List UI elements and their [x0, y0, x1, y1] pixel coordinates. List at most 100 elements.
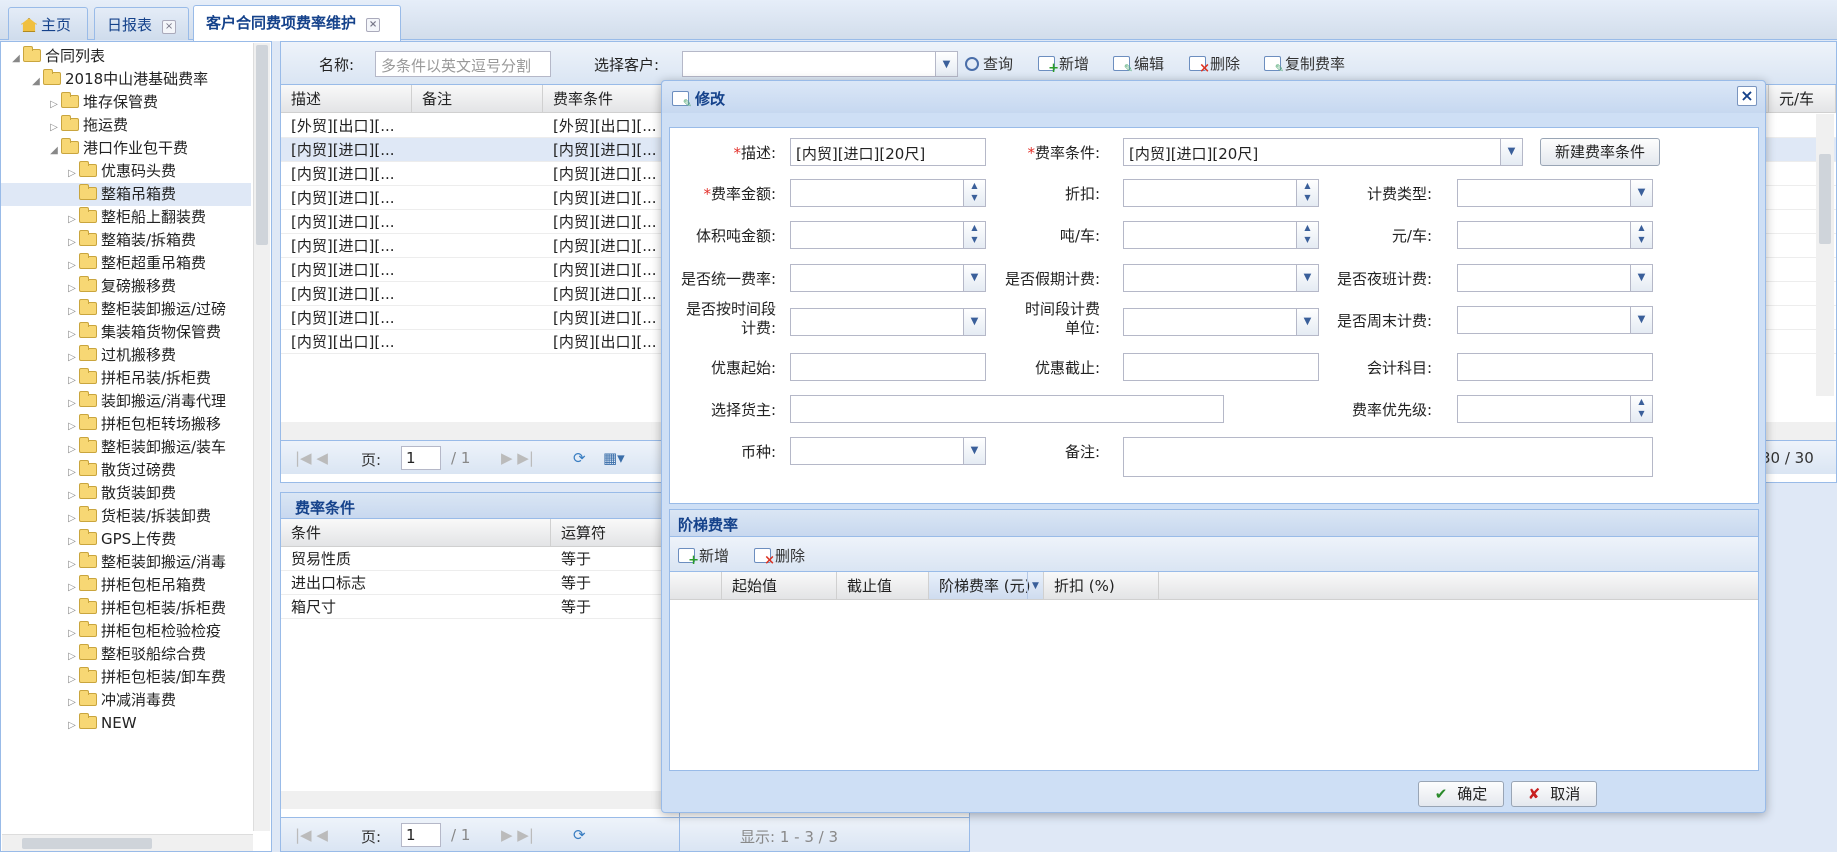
grid-vertical-scrollbar[interactable] — [1816, 114, 1834, 396]
cond-page-input[interactable]: 1 — [401, 823, 441, 847]
spinner-icon[interactable]: ▲ ▼ — [1630, 222, 1652, 248]
weekend-billing-select[interactable]: ▼ — [1457, 306, 1653, 334]
promo-start-input[interactable] — [790, 353, 986, 381]
ok-button[interactable]: ✔ 确定 — [1418, 781, 1504, 807]
tree-item[interactable]: ▷ 拼柜包柜转场搬移 — [1, 413, 251, 436]
expand-arrow-icon[interactable]: ▷ — [65, 277, 79, 298]
page-input[interactable]: 1 — [401, 446, 441, 470]
expand-arrow-icon[interactable]: ▷ — [47, 116, 61, 137]
tree-item[interactable]: ▷ 整柜装卸搬运/消毒 — [1, 551, 251, 574]
col-condition-name[interactable]: 条件 — [281, 519, 551, 547]
billing-type-select[interactable]: ▼ — [1457, 179, 1653, 207]
tab-home[interactable]: 主页 — [8, 7, 88, 40]
tree-item[interactable]: ▷ 货柜装/拆装卸费 — [1, 505, 251, 528]
expand-arrow-icon[interactable]: ▷ — [65, 530, 79, 551]
ton-per-car-input[interactable]: ▲ ▼ — [1123, 221, 1319, 249]
spinner-icon[interactable]: ▲ ▼ — [1296, 222, 1318, 248]
tier-col-start[interactable]: 起始值 — [722, 572, 837, 600]
expand-arrow-icon[interactable]: ▷ — [65, 507, 79, 528]
tree-item[interactable]: ▷ 拼柜吊装/拆柜费 — [1, 367, 251, 390]
tree-item[interactable]: ▷ 整柜装卸搬运/过磅 — [1, 298, 251, 321]
tree-item[interactable]: ▷ 堆存保管费 — [1, 91, 251, 114]
close-icon[interactable]: × — [162, 20, 177, 34]
tree-horizontal-scrollbar[interactable] — [2, 834, 253, 851]
desc-input[interactable]: [内贸][进口][20尺] — [790, 138, 986, 166]
expand-arrow-icon[interactable]: ▷ — [65, 208, 79, 229]
spinner-icon[interactable]: ▲ ▼ — [1630, 396, 1652, 422]
expand-arrow-icon[interactable]: ▷ — [65, 599, 79, 620]
rate-condition-select[interactable]: [内贸][进口][20尺] ▼ — [1123, 138, 1523, 166]
volume-amount-input[interactable]: ▲ ▼ — [790, 221, 986, 249]
expand-arrow-icon[interactable]: ▷ — [65, 346, 79, 367]
spinner-icon[interactable]: ▲ ▼ — [963, 180, 985, 206]
delete-button[interactable]: 删除 — [1189, 53, 1240, 76]
night-billing-select[interactable]: ▼ — [1457, 264, 1653, 292]
cancel-button[interactable]: ✘ 取消 — [1511, 781, 1597, 807]
customer-select[interactable]: ▼ — [682, 51, 958, 77]
add-button[interactable]: 新增 — [1038, 53, 1089, 76]
tree-item[interactable]: 整箱吊箱费 — [1, 183, 251, 206]
refresh-icon[interactable]: ⟳ — [573, 826, 586, 844]
tree-item[interactable]: ▷ 整柜驳船综合费 — [1, 643, 251, 666]
table-row[interactable]: 进出口标志 等于 — [281, 571, 681, 595]
edit-button[interactable]: 编辑 — [1113, 53, 1164, 75]
tree-item[interactable]: ▷ 拼柜包柜装/拆柜费 — [1, 597, 251, 620]
query-button[interactable]: 查询 — [965, 53, 1013, 74]
tree-item[interactable]: ▷ NEW — [1, 712, 251, 735]
expand-arrow-icon[interactable]: ▷ — [65, 461, 79, 482]
expand-arrow-icon[interactable]: ▷ — [65, 668, 79, 689]
new-rate-condition-button[interactable]: 新建费率条件 — [1540, 138, 1660, 166]
tree-item[interactable]: ▷ 散货装卸费 — [1, 482, 251, 505]
chevron-down-icon[interactable]: ▼ — [1027, 572, 1043, 599]
tier-add-button[interactable]: 新增 — [678, 545, 729, 568]
tier-col-rate[interactable]: 阶梯费率 (元) ▼ — [929, 572, 1044, 600]
expand-arrow-icon[interactable]: ▷ — [65, 369, 79, 390]
tree-item[interactable]: ▷ 拼柜包柜装/卸车费 — [1, 666, 251, 689]
expand-arrow-icon[interactable]: ▷ — [65, 323, 79, 344]
tree-item[interactable]: ◢ 港口作业包干费 — [1, 137, 251, 160]
copy-rate-button[interactable]: 复制费率 — [1264, 53, 1345, 75]
col-desc[interactable]: 描述 — [281, 85, 412, 113]
tree-item[interactable]: ▷ 集装箱货物保管费 — [1, 321, 251, 344]
account-subject-input[interactable] — [1457, 353, 1653, 381]
time-period-billing-select[interactable]: ▼ — [790, 308, 986, 336]
expand-arrow-icon[interactable]: ◢ — [47, 139, 61, 160]
tree-item[interactable]: ▷ 过机搬移费 — [1, 344, 251, 367]
expand-arrow-icon[interactable]: ▷ — [65, 576, 79, 597]
tree-item[interactable]: ▷ 优惠码头费 — [1, 160, 251, 183]
tree-item[interactable]: ▷ 装卸搬运/消毒代理 — [1, 390, 251, 413]
col-remark[interactable]: 备注 — [412, 85, 543, 113]
expand-arrow-icon[interactable]: ▷ — [47, 93, 61, 114]
currency-select[interactable]: ▼ — [790, 437, 986, 465]
close-icon[interactable]: × — [366, 18, 381, 32]
spinner-icon[interactable]: ▲ ▼ — [1296, 180, 1318, 206]
tab-contract-rate[interactable]: 客户合同费项费率维护 × — [193, 5, 401, 41]
expand-arrow-icon[interactable]: ▷ — [65, 438, 79, 459]
tree-item[interactable]: ▷ 整柜超重吊箱费 — [1, 252, 251, 275]
time-unit-select[interactable]: ▼ — [1123, 308, 1319, 336]
columns-icon[interactable]: ▦▾ — [603, 449, 625, 467]
expand-arrow-icon[interactable]: ▷ — [65, 691, 79, 712]
tree-item[interactable]: ▷ 复磅搬移费 — [1, 275, 251, 298]
tree-root[interactable]: ◢ 合同列表 — [1, 45, 251, 68]
name-input[interactable]: 多条件以英文逗号分割 — [375, 51, 551, 77]
holiday-billing-select[interactable]: ▼ — [1123, 264, 1319, 292]
tree-contract[interactable]: ◢ 2018中山港基础费率 — [1, 68, 251, 91]
spinner-icon[interactable]: ▲ ▼ — [963, 222, 985, 248]
cond-horizontal-scrollbar[interactable] — [281, 791, 681, 809]
promo-end-input[interactable] — [1123, 353, 1319, 381]
tree-item[interactable]: ▷ 整柜装卸搬运/装车 — [1, 436, 251, 459]
expand-arrow-icon[interactable]: ▷ — [65, 622, 79, 643]
tree-item[interactable]: ▷ 拼柜包柜检验检疫 — [1, 620, 251, 643]
table-row[interactable]: 贸易性质 等于 — [281, 547, 681, 571]
rate-amount-input[interactable]: ▲ ▼ — [790, 179, 986, 207]
close-icon[interactable]: × — [1737, 86, 1757, 106]
tree-item[interactable]: ▷ 整柜船上翻装费 — [1, 206, 251, 229]
expand-arrow-icon[interactable]: ▷ — [65, 392, 79, 413]
col-yuan-per-car[interactable]: 元/车 — [1768, 85, 1836, 113]
tree-item[interactable]: ▷ 拖运费 — [1, 114, 251, 137]
table-row[interactable]: 箱尺寸 等于 — [281, 595, 681, 619]
tree-item[interactable]: ▷ 散货过磅费 — [1, 459, 251, 482]
expand-arrow-icon[interactable]: ▷ — [65, 300, 79, 321]
tree-item[interactable]: ▷ 拼柜包柜吊箱费 — [1, 574, 251, 597]
